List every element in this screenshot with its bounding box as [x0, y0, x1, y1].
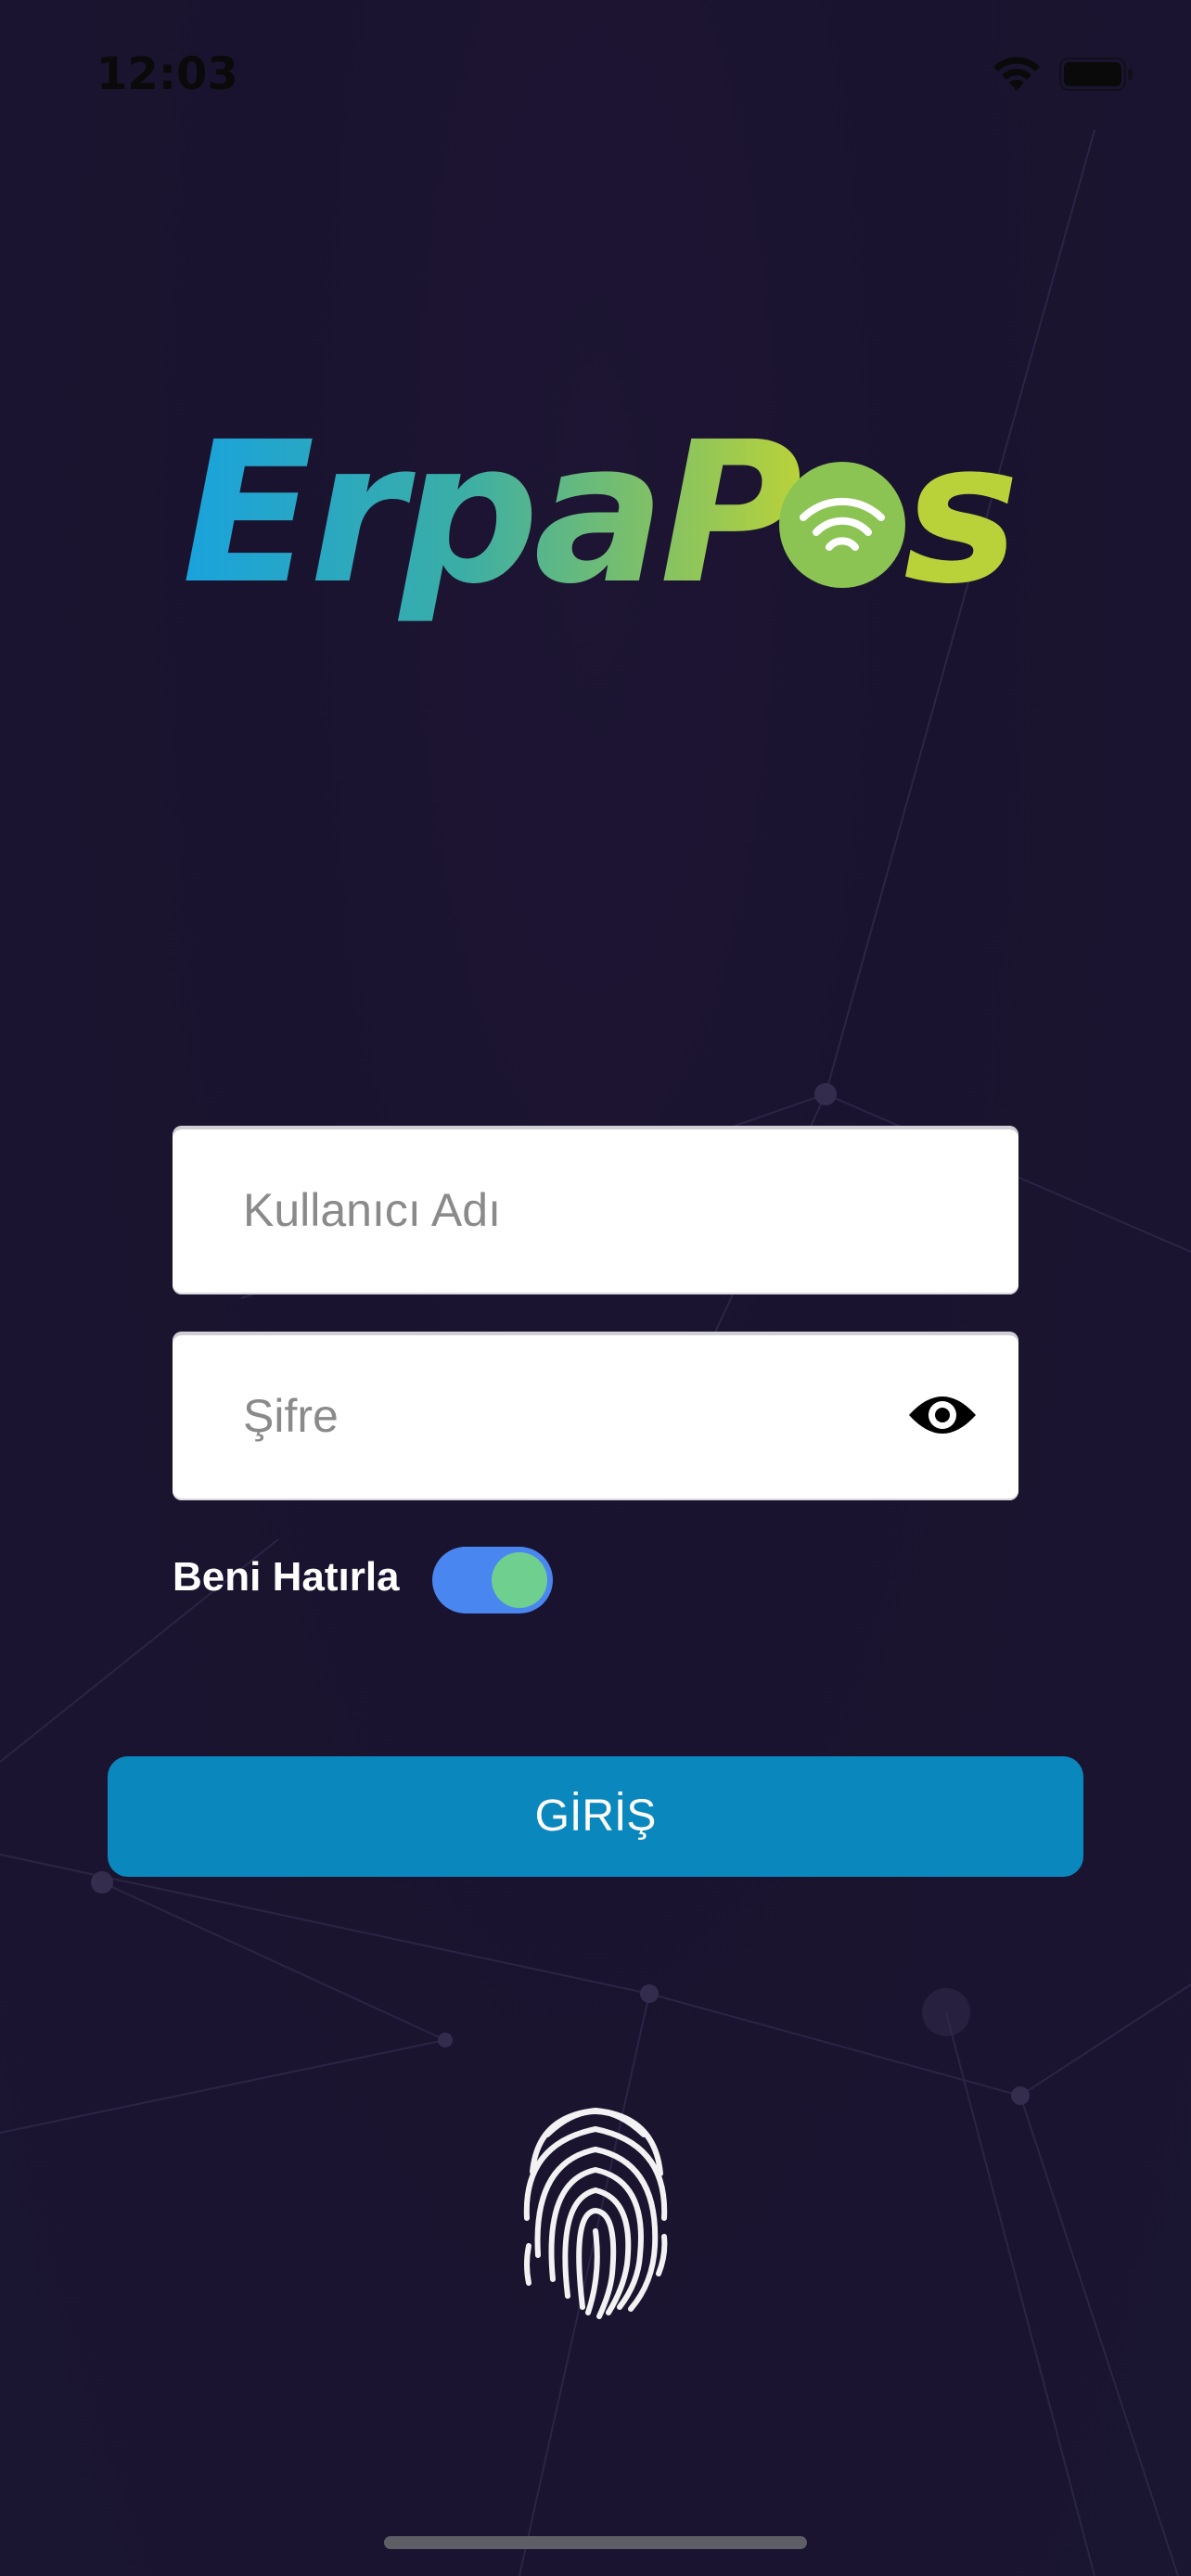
toggle-knob	[492, 1552, 547, 1608]
remember-me-toggle[interactable]	[432, 1547, 553, 1613]
status-time: 12:03	[96, 48, 238, 100]
login-button[interactable]: GİRİŞ	[108, 1756, 1083, 1877]
wifi-icon	[993, 57, 1040, 91]
home-indicator	[384, 2536, 807, 2549]
password-field[interactable]	[173, 1332, 1018, 1500]
svg-text:ErpaP: ErpaP	[182, 414, 800, 627]
eye-icon[interactable]	[907, 1387, 978, 1443]
username-field[interactable]	[173, 1126, 1018, 1294]
password-input[interactable]	[243, 1332, 929, 1500]
remember-me-label: Beni Hatırla	[173, 1554, 400, 1600]
fingerprint-icon[interactable]	[519, 2098, 672, 2320]
svg-text:s: s	[903, 414, 1017, 627]
username-input[interactable]	[243, 1126, 929, 1294]
status-bar: 12:03	[0, 0, 1191, 139]
erpapos-logo: ErpaP s	[182, 414, 1017, 627]
battery-icon	[1059, 57, 1133, 91]
